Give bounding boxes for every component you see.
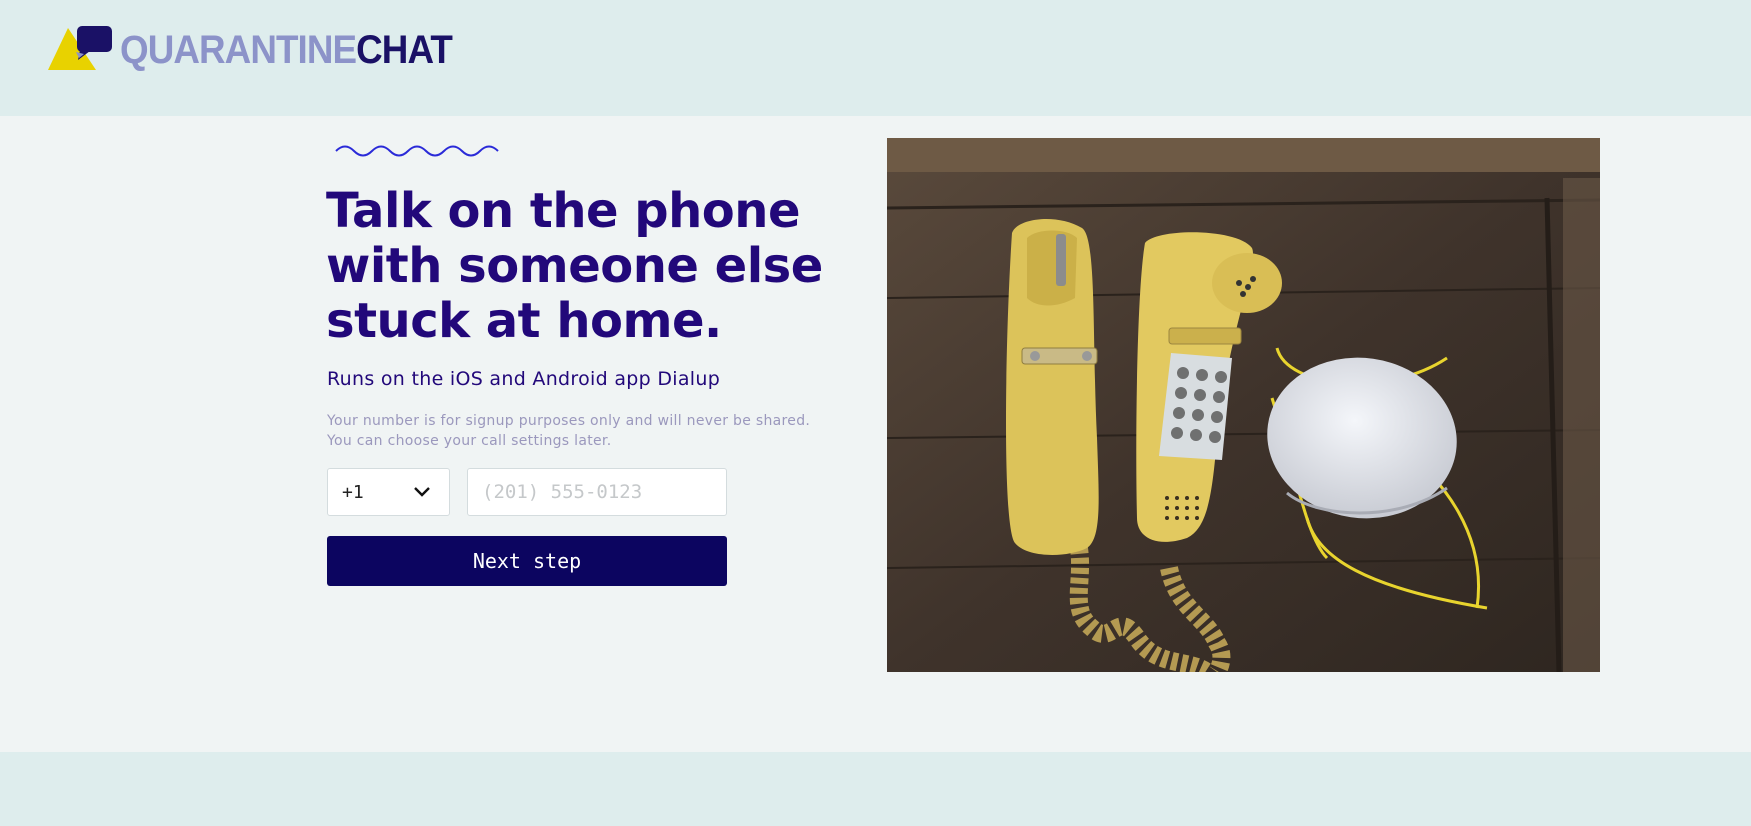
- logo-mark-icon: [48, 26, 112, 70]
- privacy-note-line-1: Your number is for signup purposes only …: [327, 413, 811, 429]
- logo-wordmark: QUARANTINECHAT: [120, 28, 453, 72]
- country-code-value: +1: [342, 482, 364, 503]
- page-title: Talk on the phone with someone else stuc…: [326, 183, 823, 349]
- logo-wordmark-part2: CHAT: [356, 28, 453, 72]
- hero-photo: [887, 138, 1600, 672]
- phone-number-input[interactable]: [467, 468, 727, 516]
- next-step-button[interactable]: Next step: [327, 536, 727, 586]
- site-footer: [0, 752, 1751, 826]
- privacy-note: Your number is for signup purposes only …: [327, 411, 810, 451]
- page-subtitle: Runs on the iOS and Android app Dialup: [327, 368, 721, 390]
- privacy-note-line-2: You can choose your call settings later.: [327, 433, 612, 449]
- country-code-select[interactable]: +1: [327, 468, 450, 516]
- logo-wordmark-part1: QUARANTINE: [120, 28, 357, 72]
- chevron-down-icon: [414, 487, 430, 497]
- wave-divider-icon: [335, 145, 499, 157]
- site-header: QUARANTINECHAT: [0, 0, 1751, 116]
